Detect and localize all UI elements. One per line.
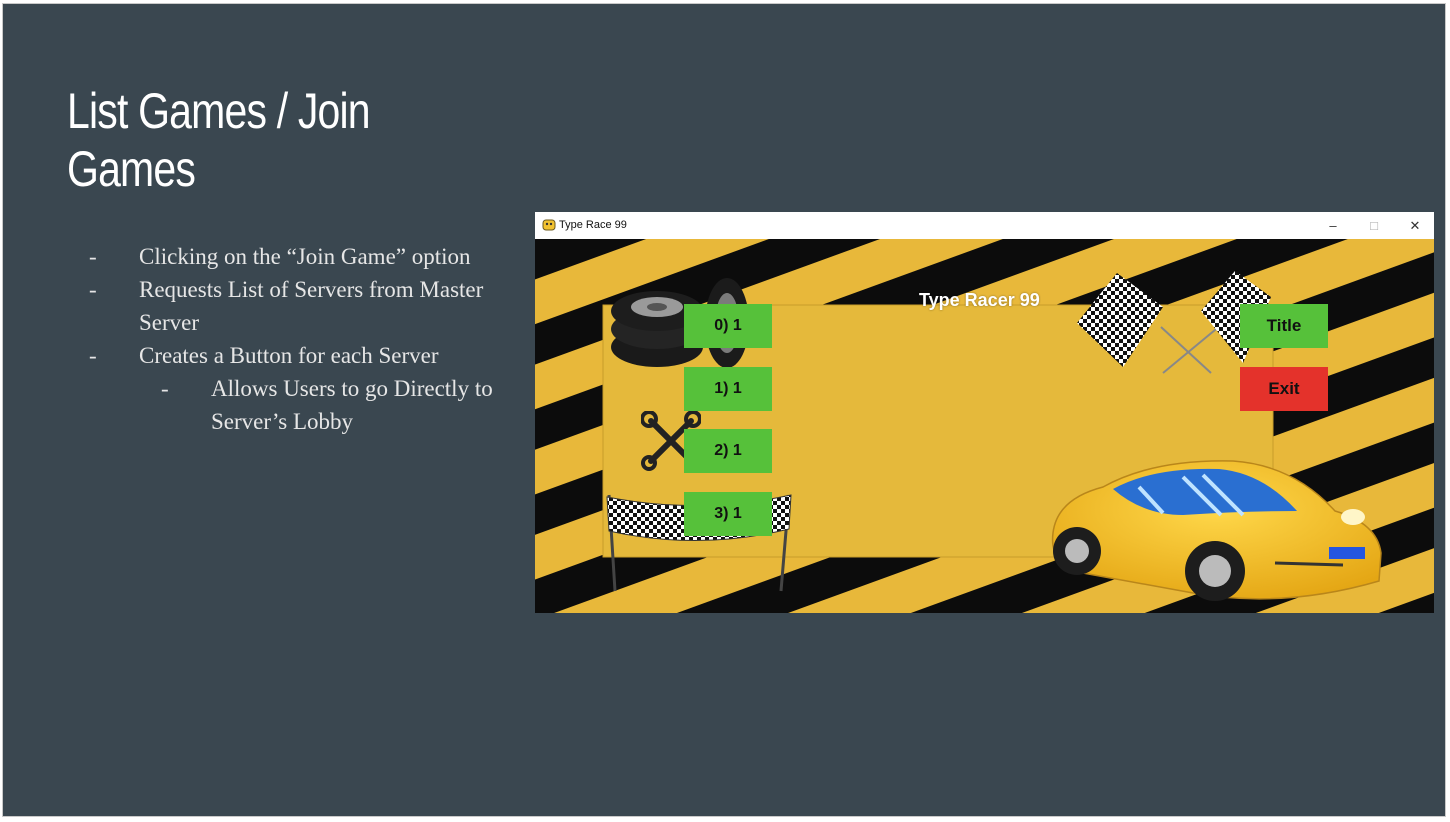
bullet-text: Requests List of Servers from Master Ser… bbox=[139, 277, 484, 335]
maximize-button[interactable]: □ bbox=[1354, 212, 1394, 239]
window-title: Type Race 99 bbox=[559, 219, 627, 231]
app-window: Type Race 99 – □ ✕ Type Racer 99 0) 1 1)… bbox=[535, 212, 1434, 613]
slide-title: List Games / Join Games bbox=[67, 83, 371, 197]
bullet-subitem: - Allows Users to go Directly to Server’… bbox=[89, 372, 509, 438]
bullet-dash: - bbox=[161, 376, 169, 401]
bullet-dash: - bbox=[89, 343, 97, 368]
server-button[interactable]: 1) 1 bbox=[684, 367, 772, 411]
bullet-dash: - bbox=[89, 244, 97, 269]
server-button[interactable]: 2) 1 bbox=[684, 429, 772, 473]
server-button[interactable]: 3) 1 bbox=[684, 492, 772, 536]
title-button[interactable]: Title bbox=[1240, 304, 1328, 348]
close-button[interactable]: ✕ bbox=[1395, 212, 1435, 239]
bullet-dash: - bbox=[89, 277, 97, 302]
server-button[interactable]: 0) 1 bbox=[684, 304, 772, 348]
bullet-item: - Requests List of Servers from Master S… bbox=[89, 273, 509, 339]
pygame-icon bbox=[542, 219, 556, 231]
bullet-text: Clicking on the “Join Game” option bbox=[139, 244, 471, 269]
sports-car-icon bbox=[1051, 460, 1382, 601]
bullet-item: - Creates a Button for each Server bbox=[89, 339, 509, 372]
bullet-list: - Clicking on the “Join Game” option - R… bbox=[89, 240, 509, 438]
bullet-text: Creates a Button for each Server bbox=[139, 343, 439, 368]
slide: List Games / Join Games - Clicking on th… bbox=[3, 4, 1445, 816]
bullet-item: - Clicking on the “Join Game” option bbox=[89, 240, 509, 273]
minimize-button[interactable]: – bbox=[1313, 212, 1353, 239]
bullet-text: Allows Users to go Directly to Server’s … bbox=[211, 376, 493, 434]
exit-button[interactable]: Exit bbox=[1240, 367, 1328, 411]
game-canvas: Type Racer 99 0) 1 1) 1 2) 1 3) 1 Title … bbox=[535, 239, 1434, 613]
game-title: Type Racer 99 bbox=[919, 290, 1040, 310]
window-titlebar[interactable]: Type Race 99 – □ ✕ bbox=[535, 212, 1434, 239]
